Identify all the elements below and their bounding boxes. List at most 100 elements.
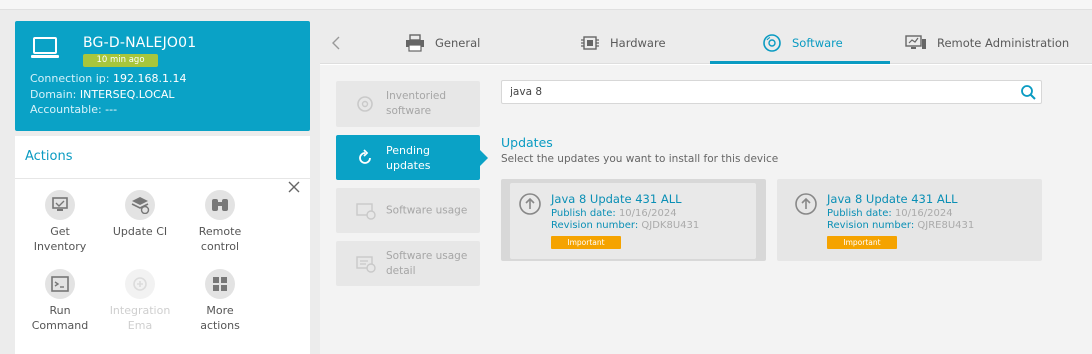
binoculars-icon xyxy=(205,190,235,220)
publish-date-label: Publish date: xyxy=(551,208,616,219)
terminal-icon xyxy=(45,269,75,299)
device-card: BG-D-NALEJO01 10 min ago Connection ip: … xyxy=(15,21,310,131)
disc-icon xyxy=(763,33,781,52)
action-label: Command xyxy=(31,319,89,332)
integration-icon xyxy=(125,269,155,299)
more-actions-button[interactable]: More actions xyxy=(187,269,253,333)
tab-software[interactable]: Software xyxy=(762,21,843,64)
content-area: Inventoried software Pending updates Sof… xyxy=(320,65,1092,354)
action-label: Ema xyxy=(127,319,153,332)
tabs-back-button[interactable] xyxy=(320,21,352,64)
importance-badge: Important xyxy=(551,236,621,249)
menu-inventoried-software[interactable]: Inventoried software xyxy=(336,81,480,127)
domain: Domain: INTERSEQ.LOCAL xyxy=(30,88,175,101)
update-ci-icon xyxy=(125,190,155,220)
action-label: Integration xyxy=(109,304,171,317)
update-card[interactable]: Java 8 Update 431 ALL Publish date: 10/1… xyxy=(501,179,766,261)
domain-label: Domain: xyxy=(30,88,77,101)
chevron-left-icon xyxy=(332,36,340,49)
update-card-body: Java 8 Update 431 ALL Publish date: 10/1… xyxy=(786,183,1032,259)
revision-value: QJRE8U431 xyxy=(917,220,975,231)
domain-value: INTERSEQ.LOCAL xyxy=(79,88,175,101)
software-usage-icon xyxy=(356,202,376,220)
tab-hardware[interactable]: Hardware xyxy=(580,21,666,64)
menu-pending-updates[interactable]: Pending updates xyxy=(336,135,488,180)
integration-ema-button: Integration Ema xyxy=(107,269,173,333)
actions-title: Actions xyxy=(25,149,73,164)
upload-arrow-icon xyxy=(795,193,817,215)
more-actions-icon xyxy=(205,269,235,299)
tab-label: Remote Administration xyxy=(937,35,1070,50)
active-menu-pointer xyxy=(480,149,488,166)
connection-ip: Connection ip: 192.168.1.14 xyxy=(30,72,186,85)
device-name: BG-D-NALEJO01 xyxy=(83,35,197,51)
menu-label: Software usage xyxy=(386,204,468,216)
revision-label: Revision number: xyxy=(551,220,639,231)
printer-icon xyxy=(406,33,424,52)
action-label: Update CI xyxy=(112,225,168,238)
run-command-button[interactable]: Run Command xyxy=(27,269,93,333)
update-card[interactable]: Java 8 Update 431 ALL Publish date: 10/1… xyxy=(777,179,1042,261)
close-icon[interactable] xyxy=(285,178,303,196)
importance-badge: Important xyxy=(827,236,897,249)
publish-date-value: 10/16/2024 xyxy=(894,208,953,219)
action-label: More xyxy=(206,304,234,317)
action-label: Inventory xyxy=(33,240,87,253)
publish-date-label: Publish date: xyxy=(827,208,892,219)
tab-label: General xyxy=(435,35,481,50)
divider xyxy=(15,178,310,179)
upload-arrow-icon xyxy=(519,193,541,215)
menu-software-usage[interactable]: Software usage xyxy=(336,188,480,233)
accountable-label: Accountable: xyxy=(30,103,102,116)
tab-bar: General Hardware Software Remote Adminis… xyxy=(320,21,1092,64)
disc-icon xyxy=(357,96,373,112)
revision-number: Revision number: QJRE8U431 xyxy=(827,220,974,231)
action-label: control xyxy=(200,240,240,253)
revision-value: QJDK8U431 xyxy=(641,220,700,231)
remote-admin-icon xyxy=(905,34,926,49)
tab-label: Software xyxy=(792,35,843,50)
top-strip xyxy=(0,0,1092,10)
action-label: Remote xyxy=(198,225,242,238)
action-label: Run xyxy=(49,304,71,317)
search-input[interactable] xyxy=(502,81,1012,103)
software-usage-detail-icon xyxy=(356,255,376,273)
publish-date-value: 10/16/2024 xyxy=(618,208,677,219)
chip-icon xyxy=(581,35,599,50)
menu-label: Inventoried software xyxy=(386,90,446,117)
accountable-value: --- xyxy=(105,103,118,116)
updates-subtitle: Select the updates you want to install f… xyxy=(501,153,779,165)
get-inventory-icon xyxy=(45,190,75,220)
connection-ip-label: Connection ip: xyxy=(30,72,110,85)
action-label: actions xyxy=(200,319,240,332)
search-icon[interactable] xyxy=(1020,84,1036,100)
last-seen-badge: 10 min ago xyxy=(83,54,158,67)
action-label: Get xyxy=(50,225,70,238)
update-name: Java 8 Update 431 ALL xyxy=(551,192,682,206)
updates-title: Updates xyxy=(501,135,553,150)
search-box xyxy=(501,80,1042,104)
update-name: Java 8 Update 431 ALL xyxy=(827,192,958,206)
tab-remote-administration[interactable]: Remote Administration xyxy=(905,21,1069,64)
connection-ip-value: 192.168.1.14 xyxy=(112,72,187,85)
tab-general[interactable]: General xyxy=(405,21,480,64)
revision-label: Revision number: xyxy=(827,220,915,231)
tab-label: Hardware xyxy=(610,35,666,50)
publish-date: Publish date: 10/16/2024 xyxy=(551,208,677,219)
get-inventory-button[interactable]: Get Inventory xyxy=(27,190,93,254)
publish-date: Publish date: 10/16/2024 xyxy=(827,208,953,219)
update-ci-button[interactable]: Update CI xyxy=(107,190,173,239)
refresh-icon xyxy=(359,148,371,164)
menu-label: Software usage detail xyxy=(386,249,468,277)
laptop-icon xyxy=(31,37,59,58)
remote-control-button[interactable]: Remote control xyxy=(187,190,253,254)
update-card-body: Java 8 Update 431 ALL Publish date: 10/1… xyxy=(510,183,756,259)
menu-software-usage-detail[interactable]: Software usage detail xyxy=(336,241,480,286)
gutter xyxy=(310,21,320,354)
menu-label: Pending updates xyxy=(386,143,431,172)
active-tab-indicator xyxy=(710,61,890,64)
main-panel: General Hardware Software Remote Adminis… xyxy=(320,21,1092,354)
actions-panel: Actions Get Inventory Update CI Remote c… xyxy=(15,136,310,354)
revision-number: Revision number: QJDK8U431 xyxy=(551,220,699,231)
accountable: Accountable: --- xyxy=(30,103,117,116)
